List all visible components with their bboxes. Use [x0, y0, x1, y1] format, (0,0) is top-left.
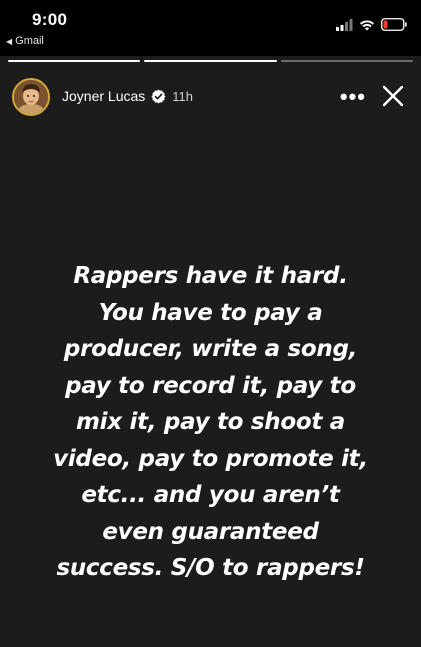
story-text: Rappers have it hard. You have to pay a … — [53, 263, 368, 581]
status-icons — [336, 18, 407, 31]
back-app-label: Gmail — [15, 35, 44, 47]
story-header: Joyner Lucas 11h ••• — [12, 78, 412, 118]
progress-segment-fill — [144, 60, 277, 62]
signal-icon — [336, 18, 353, 31]
progress-segment-fill — [8, 60, 141, 62]
author-name[interactable]: Joyner Lucas — [62, 88, 145, 104]
story-author[interactable]: Joyner Lucas 11h — [62, 88, 193, 104]
wifi-icon — [360, 19, 374, 30]
avatar-image — [14, 80, 48, 114]
story-timestamp: 11h — [172, 88, 194, 104]
close-icon[interactable] — [380, 83, 406, 109]
progress-segment — [144, 60, 277, 62]
back-arrow-icon: ◀ — [6, 36, 13, 46]
more-options-icon[interactable]: ••• — [340, 84, 366, 110]
status-bar: 9:00 ◀ Gmail — [0, 0, 421, 56]
story-progress-bar — [8, 60, 413, 62]
avatar[interactable] — [12, 78, 50, 116]
status-time: 9:00 — [32, 10, 68, 29]
battery-icon — [381, 18, 407, 31]
verified-badge-icon — [151, 88, 166, 104]
progress-segment — [280, 60, 413, 62]
back-to-app-link[interactable]: ◀ Gmail — [6, 35, 44, 47]
progress-segment — [8, 60, 141, 62]
